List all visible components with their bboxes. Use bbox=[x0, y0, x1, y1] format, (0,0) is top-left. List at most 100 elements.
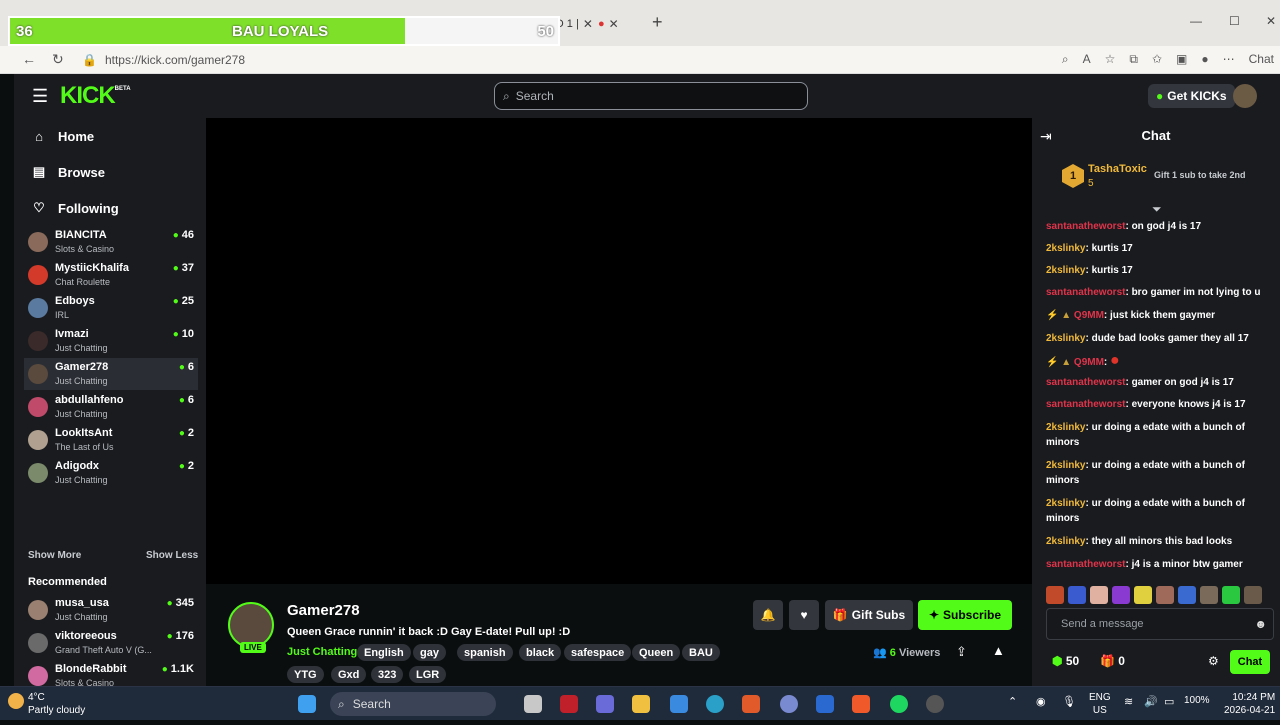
github-icon[interactable] bbox=[926, 695, 944, 713]
expand-chevron-icon[interactable]: ⏷ bbox=[1152, 202, 1162, 217]
teams-icon[interactable] bbox=[596, 695, 614, 713]
spotify-icon[interactable] bbox=[890, 695, 908, 713]
stream-tag[interactable]: 323 bbox=[371, 666, 404, 683]
chat-username[interactable]: 2kslinky bbox=[1046, 536, 1085, 547]
sidebar-channel[interactable]: Gamer278 Just Chatting ● 6 bbox=[24, 358, 198, 390]
follow-button[interactable]: ♥ bbox=[789, 600, 819, 630]
show-less-button[interactable]: Show Less bbox=[146, 550, 198, 561]
browser-tab[interactable]: ● ✕ bbox=[598, 14, 619, 34]
azure-icon[interactable] bbox=[670, 695, 688, 713]
stream-tag[interactable]: BAU bbox=[682, 644, 720, 661]
chat-username[interactable]: santanatheworst bbox=[1046, 377, 1125, 388]
kick-logo[interactable]: KICKBETA bbox=[60, 82, 131, 110]
read-aloud-icon[interactable]: A bbox=[1083, 52, 1091, 67]
sidebar-item-browse[interactable]: ▤ Browse bbox=[14, 155, 105, 189]
stream-tag[interactable]: spanish bbox=[457, 644, 513, 661]
sidebar-item-following[interactable]: ♡ Following bbox=[14, 191, 118, 225]
close-tab-icon[interactable]: ✕ bbox=[583, 17, 593, 31]
brave-icon[interactable] bbox=[852, 695, 870, 713]
mcafee-icon[interactable] bbox=[560, 695, 578, 713]
gear-icon[interactable]: ⚙ bbox=[1208, 654, 1219, 668]
gift-subs-button[interactable]: 🎁 Gift Subs bbox=[825, 600, 913, 630]
favorites-icon[interactable]: ✩ bbox=[1152, 52, 1162, 67]
tray-chevron-icon[interactable]: ⌃ bbox=[1008, 695, 1017, 708]
url-field[interactable]: 🔒 https://kick.com/gamer278 bbox=[78, 50, 1038, 70]
emote-icon[interactable] bbox=[1178, 586, 1196, 604]
recommended-channel[interactable]: musa_usa Just Chatting ● 345 bbox=[24, 594, 198, 626]
sidebar-channel[interactable]: Ivmazi Just Chatting ● 10 bbox=[24, 325, 198, 357]
weather-widget[interactable]: 4°C Partly cloudy bbox=[28, 691, 85, 717]
leaderboard-user[interactable]: TashaToxic bbox=[1088, 163, 1147, 175]
stream-tag[interactable]: LGR bbox=[409, 666, 447, 683]
emote-icon[interactable] bbox=[1134, 586, 1152, 604]
chat-username[interactable]: santanatheworst bbox=[1046, 221, 1125, 232]
collapse-chat-icon[interactable]: ⇥ bbox=[1040, 128, 1052, 145]
profile-icon[interactable]: ● bbox=[1201, 52, 1208, 67]
sidebar-channel[interactable]: MystiicKhalifa Chat Roulette ● 37 bbox=[24, 259, 198, 291]
report-icon[interactable]: ▲ bbox=[992, 643, 1005, 658]
clock[interactable]: 10:24 PM 2026-04-21 bbox=[1224, 691, 1275, 717]
app-r-icon[interactable] bbox=[780, 695, 798, 713]
minimize-icon[interactable]: — bbox=[1190, 14, 1202, 28]
emote-icon[interactable] bbox=[1200, 586, 1218, 604]
favorite-star-icon[interactable]: ☆ bbox=[1105, 52, 1116, 67]
back-icon[interactable]: ← bbox=[22, 51, 36, 67]
emote-icon[interactable] bbox=[1156, 586, 1174, 604]
emote-icon[interactable] bbox=[1244, 586, 1262, 604]
stream-tag[interactable]: black bbox=[519, 644, 562, 661]
chat-username[interactable]: Q9MM bbox=[1074, 357, 1104, 368]
outlook-icon[interactable] bbox=[816, 695, 834, 713]
sidebar-channel[interactable]: BIANCITA Slots & Casino ● 46 bbox=[24, 226, 198, 258]
chat-username[interactable]: santanatheworst bbox=[1046, 559, 1125, 570]
stream-tag[interactable]: YTG bbox=[287, 666, 324, 683]
file-explorer-icon[interactable] bbox=[632, 695, 650, 713]
show-more-button[interactable]: Show More bbox=[28, 550, 81, 561]
close-tab-icon[interactable]: ✕ bbox=[609, 17, 619, 31]
stream-tag[interactable]: safespace bbox=[564, 644, 632, 661]
get-kicks-button[interactable]: ● Get KICKs bbox=[1148, 84, 1235, 108]
refresh-icon[interactable]: ↻ bbox=[52, 51, 64, 68]
send-chat-button[interactable]: Chat bbox=[1230, 650, 1270, 674]
chat-username[interactable]: 2kslinky bbox=[1046, 460, 1085, 471]
search-input[interactable]: ⌕ Search bbox=[494, 82, 808, 110]
app-icon[interactable] bbox=[742, 695, 760, 713]
stream-tag[interactable]: Gxd bbox=[331, 666, 367, 683]
video-player[interactable] bbox=[206, 118, 1032, 584]
user-avatar[interactable] bbox=[1233, 84, 1257, 108]
emote-icon[interactable] bbox=[1068, 586, 1086, 604]
maximize-icon[interactable]: ☐ bbox=[1229, 14, 1240, 28]
collections-icon[interactable]: ▣ bbox=[1176, 52, 1187, 67]
chat-username[interactable]: 2kslinky bbox=[1046, 243, 1085, 254]
gift-count[interactable]: 🎁 0 bbox=[1100, 654, 1125, 668]
chat-username[interactable]: 2kslinky bbox=[1046, 265, 1085, 276]
sidebar-channel[interactable]: Edboys IRL ● 25 bbox=[24, 292, 198, 324]
edge-icon[interactable] bbox=[706, 695, 724, 713]
new-tab-icon[interactable]: + bbox=[652, 12, 663, 33]
taskbar-search[interactable]: ⌕ Search bbox=[330, 692, 496, 716]
language-indicator[interactable]: ENG US bbox=[1089, 691, 1111, 717]
mic-icon[interactable]: 🎙 bbox=[1062, 695, 1076, 708]
chat-username[interactable]: santanatheworst bbox=[1046, 399, 1125, 410]
more-icon[interactable]: ⋯ bbox=[1223, 52, 1235, 67]
wifi-icon[interactable]: ≋ bbox=[1124, 695, 1133, 708]
chat-username[interactable]: santanatheworst bbox=[1046, 287, 1125, 298]
battery-icon[interactable]: ▭ bbox=[1164, 695, 1174, 708]
extensions-icon[interactable]: ⧉ bbox=[1129, 52, 1138, 67]
stream-tag[interactable]: Queen bbox=[632, 644, 681, 661]
chat-username[interactable]: 2kslinky bbox=[1046, 422, 1085, 433]
emote-icon[interactable] bbox=[1222, 586, 1240, 604]
close-window-icon[interactable]: ✕ bbox=[1266, 14, 1276, 28]
menu-icon[interactable]: ☰ bbox=[32, 86, 48, 107]
stream-category[interactable]: Just Chatting bbox=[287, 646, 357, 658]
copilot-chat-button[interactable]: Chat bbox=[1249, 52, 1274, 67]
stream-tag[interactable]: English bbox=[357, 644, 411, 661]
emoji-icon[interactable]: ☻ bbox=[1254, 617, 1267, 631]
sidebar-channel[interactable]: LookItsAnt The Last of Us ● 2 bbox=[24, 424, 198, 456]
notification-bell-button[interactable]: 🔔 bbox=[753, 600, 783, 630]
zoom-icon[interactable]: ⌕ bbox=[1062, 52, 1069, 67]
gift-prompt[interactable]: Gift 1 sub to take 2nd bbox=[1154, 170, 1246, 180]
share-icon[interactable]: ⇪ bbox=[956, 644, 967, 660]
volume-icon[interactable]: 🔊 bbox=[1144, 695, 1158, 708]
emote-icon[interactable] bbox=[1046, 586, 1064, 604]
chat-username[interactable]: 2kslinky bbox=[1046, 333, 1085, 344]
